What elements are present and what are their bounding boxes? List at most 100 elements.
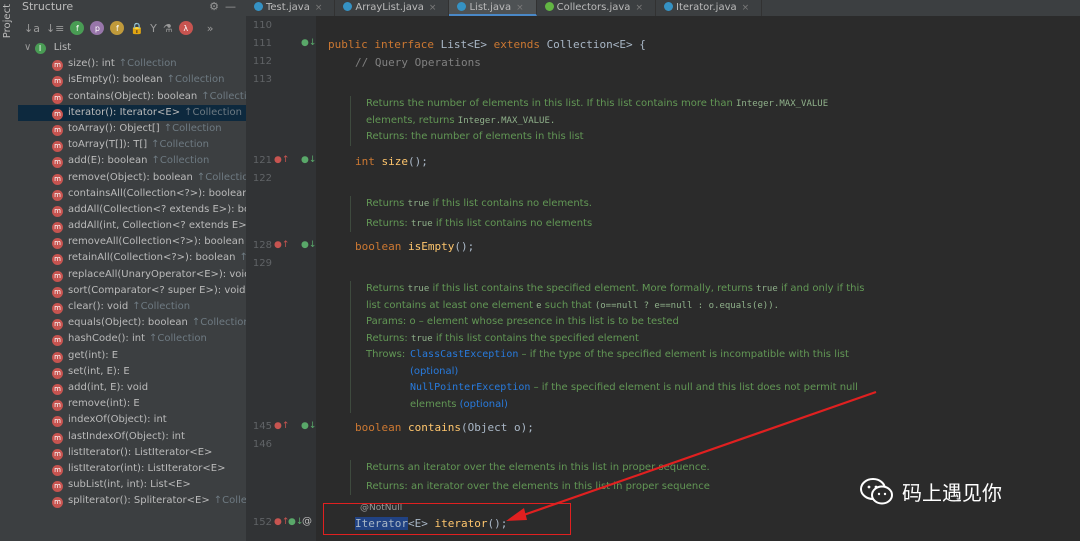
java-file-icon — [343, 2, 353, 11]
tree-item[interactable]: m addAll(int, Collection<? extends E> — [18, 218, 246, 234]
tree-item-label: addAll(int, Collection<? extends E> — [68, 220, 247, 232]
code-editor[interactable]: public interface List<E> extends Collect… — [316, 16, 1080, 541]
panel-header-icons[interactable]: ⚙— — [209, 0, 242, 14]
overrides-icon[interactable]: ●↑ — [274, 240, 289, 250]
close-icon[interactable]: × — [516, 3, 524, 13]
java-file-icon — [254, 2, 263, 11]
tree-item[interactable]: m subList(int, int): List<E> — [18, 477, 246, 493]
tree-item[interactable]: m toArray(T[]): T[] ↑Collection — [18, 137, 246, 153]
tree-item[interactable]: m indexOf(Object): int — [18, 412, 246, 428]
tree-item[interactable]: m iterator(): Iterator<E> ↑Collection — [18, 104, 246, 121]
tree-item[interactable]: mretainAll(Collection<?>): boolean↑ — [18, 250, 246, 266]
tree-item[interactable]: m remove(Object): boolean↑Collection — [18, 170, 246, 186]
tree-item-label: listIterator(): ListIterator<E> — [68, 446, 213, 458]
show-non-public-icon[interactable]: 🔒 — [130, 22, 144, 35]
tree-item[interactable]: m replaceAll(UnaryOperator<E>): void — [18, 267, 246, 283]
tree-item[interactable]: m get(int): E — [18, 348, 246, 364]
more-options-icon[interactable]: » — [207, 22, 214, 35]
tree-item[interactable]: m sort(Comparator<? super E>): void — [18, 283, 246, 299]
show-lambdas-red-icon[interactable]: λ — [178, 21, 193, 35]
editor-tab[interactable]: ArrayList.java × — [335, 0, 450, 16]
tree-item-label: contains(Object): boolean — [68, 90, 198, 102]
implemented-icon[interactable]: ●↓ — [301, 421, 316, 431]
line-number: 128 — [252, 240, 272, 251]
method-icon: m — [52, 416, 63, 428]
tree-item[interactable]: m toArray(): Object[] ↑Collection — [18, 121, 246, 137]
link-nullpointerexception[interactable]: NullPointerException — [410, 382, 530, 393]
tree-item[interactable]: m contains(Object): boolean↑Collection — [18, 89, 246, 105]
line-number: 113 — [252, 74, 272, 85]
tree-item-source: ↑Collection — [151, 155, 210, 167]
method-icon: m — [52, 367, 63, 379]
project-tool-label[interactable]: Project — [2, 4, 13, 38]
method-icon: m — [52, 205, 63, 217]
method-icon: m — [52, 60, 63, 72]
close-icon[interactable]: × — [635, 3, 643, 13]
collapse-icon[interactable]: ∨ — [24, 42, 31, 53]
tree-item[interactable]: m remove(int): E — [18, 396, 246, 412]
close-icon[interactable]: × — [429, 3, 437, 13]
method-icon: m — [52, 464, 63, 476]
method-icon: m — [52, 481, 63, 493]
structure-tree: ∨ I List m size(): int ↑Collection m isEmpty… — [18, 40, 246, 509]
method-icon: m — [52, 286, 63, 298]
method-icon: m — [52, 238, 63, 250]
watermark-text: 码上遇见你 — [902, 481, 1002, 505]
tree-item[interactable]: m isEmpty(): boolean ↑Collection — [18, 72, 246, 88]
tree-item[interactable]: m set(int, E): E — [18, 364, 246, 380]
sort-alpha-icon[interactable]: ↓a — [24, 22, 40, 35]
tree-item[interactable]: m add(int, E): void — [18, 380, 246, 396]
implemented-icon[interactable]: ●↓ — [301, 240, 316, 250]
tree-item[interactable]: m listIterator(int): ListIterator<E> — [18, 461, 246, 477]
highlight-box — [323, 503, 571, 535]
tree-item-source: ↑Collection — [151, 139, 209, 151]
show-inherited-icon[interactable]: f — [110, 21, 125, 35]
annotation-icon[interactable]: @ — [302, 516, 312, 527]
method-icon: m — [52, 319, 63, 331]
line-number: 146 — [252, 439, 272, 450]
show-fields-icon[interactable]: f — [70, 21, 85, 35]
project-tool-strip[interactable]: Project — [0, 0, 19, 541]
sort-visibility-icon[interactable]: ↓≡ — [46, 22, 64, 35]
tree-item[interactable]: m containsAll(Collection<?>): boolean — [18, 186, 246, 202]
tree-item[interactable]: m lastIndexOf(Object): int — [18, 429, 246, 445]
editor-tab[interactable]: Iterator.java × — [656, 0, 763, 16]
method-icon: m — [52, 76, 63, 88]
method-icon: m — [52, 108, 63, 120]
tree-item-label: removeAll(Collection<?>): boolean — [68, 236, 245, 248]
implemented-icon[interactable]: ●↓ — [301, 38, 316, 48]
tree-item-label: indexOf(Object): int — [68, 414, 167, 426]
tree-item[interactable]: m size(): int ↑Collection — [18, 56, 246, 72]
close-icon[interactable]: × — [742, 3, 750, 13]
tree-item[interactable]: m add(E): boolean ↑Collection — [18, 153, 246, 169]
settings-icon[interactable]: ⚙ — [209, 0, 225, 13]
editor-tab[interactable]: Test.java × — [246, 0, 336, 16]
tree-item-label: toArray(T[]): T[] — [68, 139, 148, 151]
method-icon: m — [52, 141, 63, 153]
tree-item[interactable]: m removeAll(Collection<?>): boolean — [18, 234, 246, 250]
tree-item[interactable]: m equals(Object): boolean ↑Collection — [18, 315, 246, 331]
show-properties-icon[interactable]: p — [90, 21, 105, 35]
tree-item-label: add(E): boolean — [68, 155, 148, 167]
implemented-icon[interactable]: ●↓ — [301, 155, 316, 165]
close-icon[interactable]: × — [315, 3, 323, 13]
anonymous-classes-icon[interactable]: ⚗ — [163, 22, 173, 35]
tree-item[interactable]: m hashCode(): int ↑Collection — [18, 331, 246, 347]
link-classcastexception[interactable]: ClassCastException — [410, 349, 518, 360]
tree-item-source: ↑Collection — [201, 90, 246, 102]
tree-item[interactable]: m listIterator(): ListIterator<E> — [18, 445, 246, 461]
overrides-icon[interactable]: ●↑ — [274, 155, 289, 165]
editor-tabs: Test.java × ArrayList.java × List.java × Colle… — [246, 0, 1080, 16]
editor-tab[interactable]: Collectors.java × — [537, 0, 656, 16]
tree-item[interactable]: m clear(): void ↑Collection — [18, 299, 246, 315]
tree-item[interactable]: m spliterator(): Spliterator<E> ↑Colle — [18, 493, 246, 509]
method-icon: m — [52, 383, 63, 395]
tree-root[interactable]: ∨ I List — [18, 40, 246, 56]
tree-item[interactable]: m addAll(Collection<? extends E>): bo — [18, 202, 246, 218]
line-number: 145 — [252, 421, 272, 432]
overrides-icon[interactable]: ●↑ — [274, 421, 289, 431]
tree-item-label: subList(int, int): List<E> — [68, 479, 191, 491]
show-lambdas-icon[interactable]: Y — [150, 22, 157, 35]
editor-tab[interactable]: List.java × — [449, 0, 537, 16]
minimize-icon[interactable]: — — [225, 0, 242, 13]
